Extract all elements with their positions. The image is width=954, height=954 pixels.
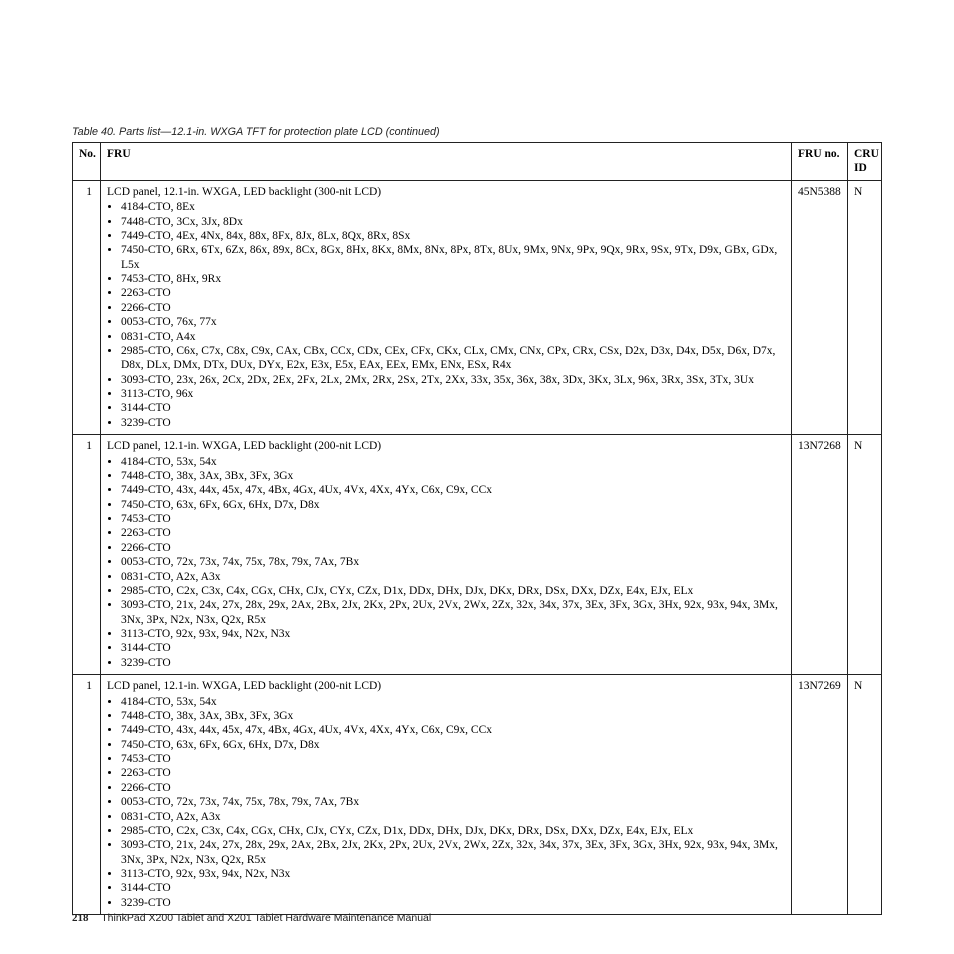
cell-cru-id: N xyxy=(848,180,882,434)
fru-description: LCD panel, 12.1-in. WXGA, LED backlight … xyxy=(107,679,785,693)
fru-bullet: 7449-CTO, 4Ex, 4Nx, 84x, 88x, 8Fx, 8Jx, … xyxy=(121,229,785,243)
fru-bullet: 0831-CTO, A2x, A3x xyxy=(121,810,785,824)
cell-fru: LCD panel, 12.1-in. WXGA, LED backlight … xyxy=(101,180,792,434)
fru-bullet: 3144-CTO xyxy=(121,881,785,895)
cell-fru: LCD panel, 12.1-in. WXGA, LED backlight … xyxy=(101,435,792,675)
cell-fru: LCD panel, 12.1-in. WXGA, LED backlight … xyxy=(101,675,792,915)
fru-bullet: 3113-CTO, 92x, 93x, 94x, N2x, N3x xyxy=(121,867,785,881)
cell-fru-no: 13N7268 xyxy=(792,435,848,675)
fru-bullet: 7449-CTO, 43x, 44x, 45x, 47x, 4Bx, 4Gx, … xyxy=(121,723,785,737)
fru-bullet-list: 4184-CTO, 8Ex7448-CTO, 3Cx, 3Jx, 8Dx7449… xyxy=(107,200,785,430)
fru-bullet: 7450-CTO, 6Rx, 6Tx, 6Zx, 86x, 89x, 8Cx, … xyxy=(121,243,785,272)
fru-bullet: 7450-CTO, 63x, 6Fx, 6Gx, 6Hx, D7x, D8x xyxy=(121,498,785,512)
fru-bullet: 0831-CTO, A4x xyxy=(121,330,785,344)
fru-bullet: 3239-CTO xyxy=(121,416,785,430)
fru-bullet: 2266-CTO xyxy=(121,301,785,315)
fru-bullet: 3239-CTO xyxy=(121,896,785,910)
fru-bullet: 7448-CTO, 38x, 3Ax, 3Bx, 3Fx, 3Gx xyxy=(121,709,785,723)
fru-bullet: 3113-CTO, 96x xyxy=(121,387,785,401)
fru-bullet: 2263-CTO xyxy=(121,766,785,780)
fru-bullet: 2985-CTO, C6x, C7x, C8x, C9x, CAx, CBx, … xyxy=(121,344,785,373)
header-fru-no: FRU no. xyxy=(792,143,848,181)
table-header-row: No. FRU FRU no. CRU ID xyxy=(73,143,882,181)
fru-bullet-list: 4184-CTO, 53x, 54x7448-CTO, 38x, 3Ax, 3B… xyxy=(107,455,785,671)
page-number: 218 xyxy=(72,912,89,924)
fru-bullet: 7453-CTO xyxy=(121,512,785,526)
fru-bullet: 7449-CTO, 43x, 44x, 45x, 47x, 4Bx, 4Gx, … xyxy=(121,483,785,497)
fru-bullet: 2266-CTO xyxy=(121,541,785,555)
fru-description: LCD panel, 12.1-in. WXGA, LED backlight … xyxy=(107,439,785,453)
fru-bullet: 4184-CTO, 53x, 54x xyxy=(121,695,785,709)
cell-no: 1 xyxy=(73,675,101,915)
cell-fru-no: 45N5388 xyxy=(792,180,848,434)
fru-bullet: 0831-CTO, A2x, A3x xyxy=(121,570,785,584)
fru-bullet: 3093-CTO, 21x, 24x, 27x, 28x, 29x, 2Ax, … xyxy=(121,598,785,627)
table-caption: Table 40. Parts list—12.1-in. WXGA TFT f… xyxy=(72,126,882,138)
fru-bullet: 7450-CTO, 63x, 6Fx, 6Gx, 6Hx, D7x, D8x xyxy=(121,738,785,752)
parts-table: No. FRU FRU no. CRU ID 1 LCD panel, 12.1-… xyxy=(72,142,882,915)
table-row: 1 LCD panel, 12.1-in. WXGA, LED backlight… xyxy=(73,180,882,434)
fru-bullet: 7448-CTO, 3Cx, 3Jx, 8Dx xyxy=(121,215,785,229)
cell-fru-no: 13N7269 xyxy=(792,675,848,915)
fru-description: LCD panel, 12.1-in. WXGA, LED backlight … xyxy=(107,185,785,199)
fru-bullet: 4184-CTO, 53x, 54x xyxy=(121,455,785,469)
fru-bullet: 2263-CTO xyxy=(121,286,785,300)
manual-title: ThinkPad X200 Tablet and X201 Tablet Har… xyxy=(101,912,431,924)
cell-no: 1 xyxy=(73,180,101,434)
fru-bullet: 0053-CTO, 72x, 73x, 74x, 75x, 78x, 79x, … xyxy=(121,795,785,809)
fru-bullet: 7448-CTO, 38x, 3Ax, 3Bx, 3Fx, 3Gx xyxy=(121,469,785,483)
cell-cru-id: N xyxy=(848,435,882,675)
fru-bullet: 3113-CTO, 92x, 93x, 94x, N2x, N3x xyxy=(121,627,785,641)
fru-bullet: 2266-CTO xyxy=(121,781,785,795)
fru-bullet: 3239-CTO xyxy=(121,656,785,670)
header-fru: FRU xyxy=(101,143,792,181)
header-cru-id: CRU ID xyxy=(848,143,882,181)
table-row: 1 LCD panel, 12.1-in. WXGA, LED backlight… xyxy=(73,435,882,675)
fru-bullet: 7453-CTO xyxy=(121,752,785,766)
fru-bullet: 3093-CTO, 21x, 24x, 27x, 28x, 29x, 2Ax, … xyxy=(121,838,785,867)
fru-bullet: 3144-CTO xyxy=(121,641,785,655)
fru-bullet: 3144-CTO xyxy=(121,401,785,415)
fru-bullet: 3093-CTO, 23x, 26x, 2Cx, 2Dx, 2Ex, 2Fx, … xyxy=(121,373,785,387)
fru-bullet: 2985-CTO, C2x, C3x, C4x, CGx, CHx, CJx, … xyxy=(121,584,785,598)
fru-bullet: 0053-CTO, 72x, 73x, 74x, 75x, 78x, 79x, … xyxy=(121,555,785,569)
fru-bullet: 2263-CTO xyxy=(121,526,785,540)
fru-bullet: 2985-CTO, C2x, C3x, C4x, CGx, CHx, CJx, … xyxy=(121,824,785,838)
cell-cru-id: N xyxy=(848,675,882,915)
table-row: 1 LCD panel, 12.1-in. WXGA, LED backlight… xyxy=(73,675,882,915)
fru-bullet: 0053-CTO, 76x, 77x xyxy=(121,315,785,329)
fru-bullet: 7453-CTO, 8Hx, 9Rx xyxy=(121,272,785,286)
cell-no: 1 xyxy=(73,435,101,675)
header-no: No. xyxy=(73,143,101,181)
page-footer: 218 ThinkPad X200 Tablet and X201 Tablet… xyxy=(72,912,431,924)
fru-bullet-list: 4184-CTO, 53x, 54x7448-CTO, 38x, 3Ax, 3B… xyxy=(107,695,785,911)
fru-bullet: 4184-CTO, 8Ex xyxy=(121,200,785,214)
